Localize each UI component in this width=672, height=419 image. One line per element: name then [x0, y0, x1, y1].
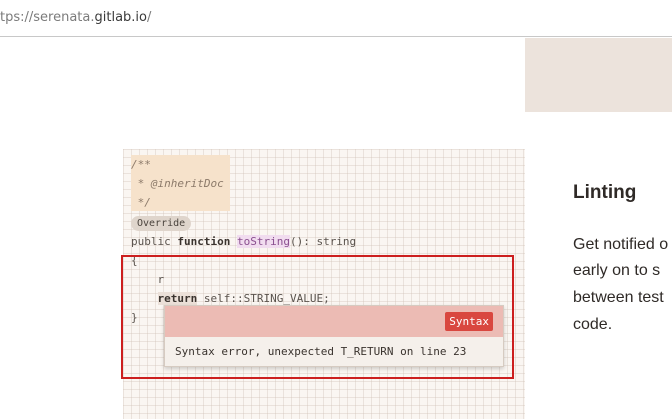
syntax-badge: Syntax	[445, 312, 493, 331]
docblock-inheritdoc: * @inheritDoc	[131, 177, 224, 190]
sig-keyword: function	[177, 235, 231, 248]
feature-text-line-1: Get notified o	[573, 236, 669, 253]
override-badge[interactable]: Override	[131, 216, 192, 231]
sig-function-name[interactable]: toString	[236, 235, 290, 248]
error-message: Syntax error, unexpected T_RETURN on lin…	[175, 345, 467, 358]
url-text[interactable]: tps://serenata.gitlab.io/	[0, 10, 151, 25]
url-domain: gitlab.io	[94, 10, 148, 25]
feature-text-line-3: between test	[573, 289, 664, 306]
address-bar[interactable]: tps://serenata.gitlab.io/	[0, 0, 672, 37]
feature-text-line-2: early on to s	[573, 262, 661, 279]
feature-title: Linting	[573, 182, 637, 203]
docblock-open: /**	[131, 158, 151, 171]
docblock-close: */	[131, 196, 151, 209]
decorative-block	[525, 38, 672, 112]
tooltip-header: Syntax	[165, 306, 503, 337]
url-suffix: /	[147, 10, 152, 25]
sig-space	[230, 235, 237, 248]
sig-return-type: (): string	[289, 235, 357, 248]
method-signature: public function toString(): string	[131, 233, 356, 250]
sig-modifier: public	[131, 235, 178, 248]
url-prefix: tps://serenata.	[0, 10, 95, 25]
lint-error-tooltip: Syntax Syntax error, unexpected T_RETURN…	[164, 305, 504, 367]
feature-text-line-4: code.	[573, 316, 613, 333]
